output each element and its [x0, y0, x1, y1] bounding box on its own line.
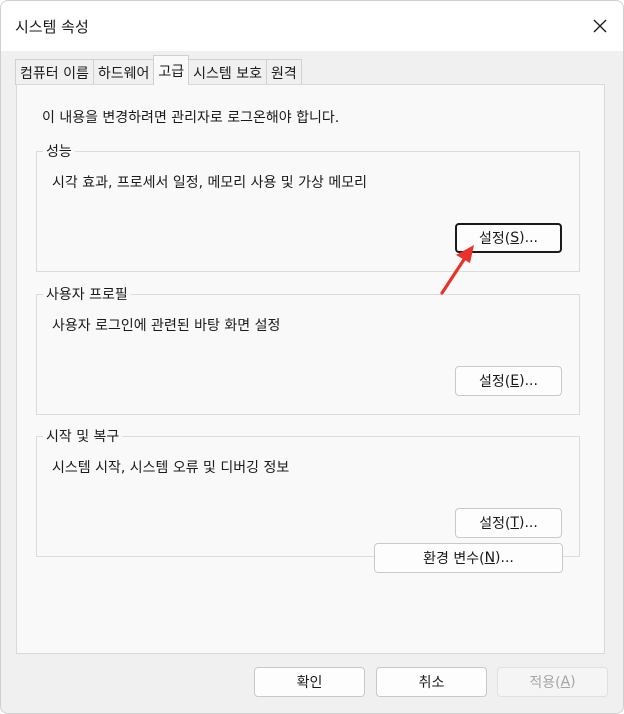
startup-recovery-description: 시스템 시작, 시스템 오류 및 디버깅 정보	[52, 460, 290, 476]
user-profiles-settings-button[interactable]: 설정(E)...	[455, 366, 562, 396]
button-mnemonic: S	[510, 230, 520, 246]
close-button[interactable]	[577, 1, 623, 51]
button-text: 취소	[418, 675, 445, 691]
startup-recovery-group-label: 시작 및 복구	[43, 426, 123, 446]
button-text: 설정(	[479, 231, 511, 247]
button-mnemonic: N	[484, 550, 496, 566]
tab-hardware[interactable]: 하드웨어	[92, 59, 155, 85]
tab-strip: 컴퓨터 이름 하드웨어 고급 시스템 보호 원격	[15, 55, 302, 85]
startup-recovery-group: 시작 및 복구 시스템 시작, 시스템 오류 및 디버깅 정보 설정(T)...	[36, 426, 580, 557]
user-profiles-group: 사용자 프로필 사용자 로그인에 관련된 바탕 화면 설정 설정(E)...	[36, 284, 580, 415]
button-text: 설정(	[479, 374, 511, 390]
title-bar: 시스템 속성	[1, 1, 623, 51]
ok-button[interactable]: 확인	[254, 667, 365, 697]
tab-remote[interactable]: 원격	[266, 59, 302, 85]
apply-button[interactable]: 적용(A)	[497, 667, 608, 697]
button-suffix: )...	[519, 373, 538, 389]
tab-label: 하드웨어	[97, 65, 150, 82]
button-suffix: )...	[518, 515, 538, 531]
button-suffix: )...	[519, 230, 538, 246]
button-text: 확인	[296, 675, 323, 691]
tab-label: 고급	[158, 63, 185, 80]
tab-label: 컴퓨터 이름	[20, 65, 89, 82]
user-profiles-group-label: 사용자 프로필	[43, 284, 131, 304]
window-title: 시스템 속성	[15, 18, 89, 36]
dialog-client-area: 컴퓨터 이름 하드웨어 고급 시스템 보호 원격 이 내용을 변경하려면 관리자…	[1, 51, 623, 713]
close-icon	[593, 19, 607, 33]
performance-group: 성능 시각 효과, 프로세서 일정, 메모리 사용 및 가상 메모리 설정(S)…	[36, 141, 580, 272]
startup-recovery-settings-button[interactable]: 설정(T)...	[455, 508, 562, 538]
performance-description: 시각 효과, 프로세서 일정, 메모리 사용 및 가상 메모리	[52, 175, 367, 191]
button-text: 적용(	[529, 675, 561, 691]
button-suffix: )	[570, 674, 576, 690]
tab-advanced[interactable]: 고급	[153, 55, 190, 85]
button-suffix: )...	[495, 550, 514, 566]
tab-label: 원격	[271, 65, 297, 82]
tab-system-protection[interactable]: 시스템 보호	[188, 59, 268, 85]
annotation-arrow-icon	[440, 245, 474, 295]
tab-label: 시스템 보호	[193, 65, 263, 82]
cancel-button[interactable]: 취소	[376, 667, 487, 697]
user-profiles-description: 사용자 로그인에 관련된 바탕 화면 설정	[52, 318, 281, 334]
button-mnemonic: A	[560, 674, 571, 690]
button-mnemonic: E	[510, 373, 520, 389]
performance-group-label: 성능	[43, 141, 75, 161]
button-text: 환경 변수(	[423, 551, 485, 567]
button-mnemonic: T	[510, 515, 519, 531]
system-properties-window: 시스템 속성 컴퓨터 이름 하드웨어 고급 시스템 보호 원격 이 내용을 변경…	[0, 0, 624, 714]
tab-computer-name[interactable]: 컴퓨터 이름	[15, 59, 94, 85]
environment-variables-button[interactable]: 환경 변수(N)...	[374, 543, 563, 573]
button-text: 설정(	[479, 516, 511, 532]
admin-notice: 이 내용을 변경하려면 관리자로 로그온해야 합니다.	[42, 110, 340, 126]
